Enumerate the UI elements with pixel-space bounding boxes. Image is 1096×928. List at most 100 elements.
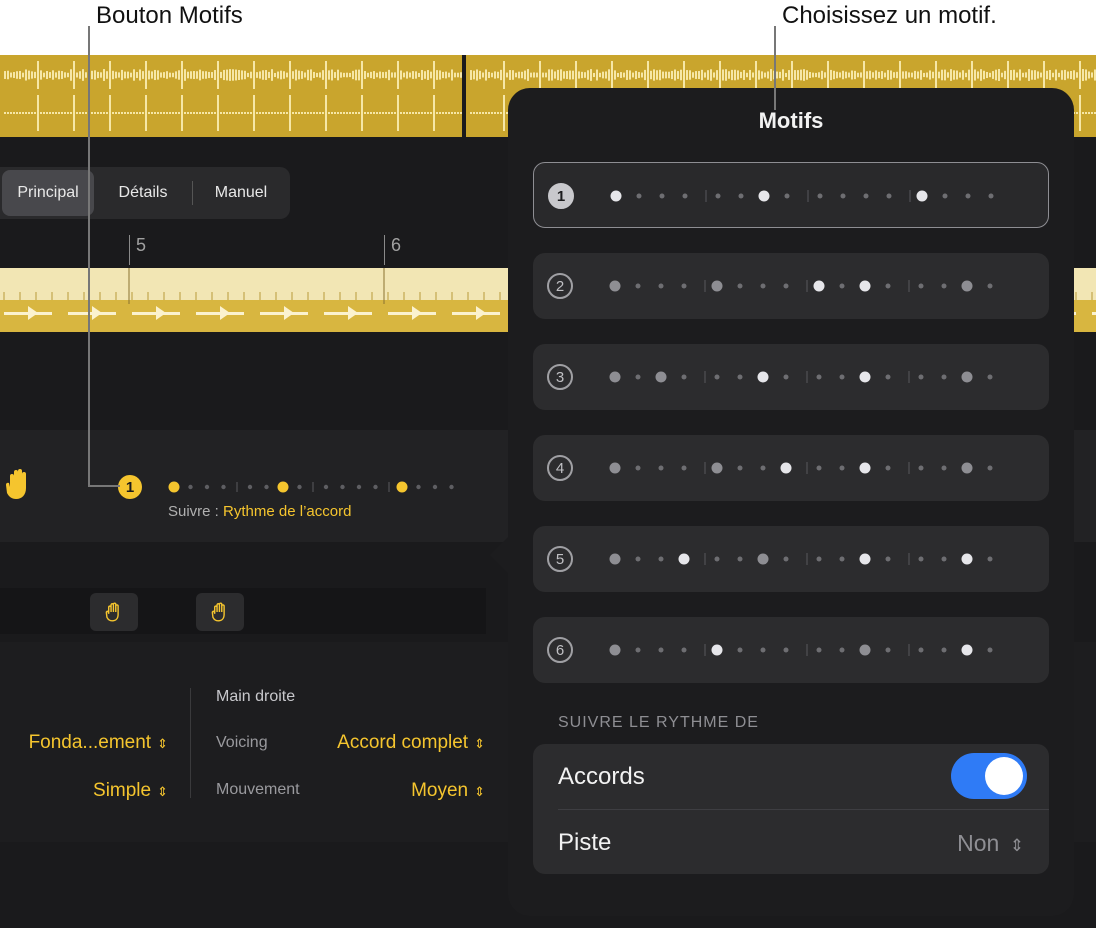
step-dot xyxy=(658,283,664,289)
waveform-bar xyxy=(806,70,808,80)
hand-button-2[interactable] xyxy=(196,593,244,631)
region-note xyxy=(92,306,102,320)
waveform-bar xyxy=(403,112,405,114)
waveform-bar xyxy=(593,72,595,78)
waveform-bar xyxy=(1085,69,1087,81)
waveform-bar xyxy=(193,71,195,79)
chords-toggle[interactable] xyxy=(951,753,1027,799)
step-dot xyxy=(204,484,210,490)
waveform-bar xyxy=(785,72,787,78)
waveform-bar xyxy=(46,71,48,79)
motif-option-6[interactable]: 6 xyxy=(533,617,1049,683)
waveform-bar xyxy=(977,71,979,79)
motif-option-4[interactable]: 4 xyxy=(533,435,1049,501)
waveform-bar xyxy=(719,61,721,89)
waveform-bar xyxy=(376,112,378,114)
waveform-bar xyxy=(566,70,568,80)
waveform-bar xyxy=(932,71,934,79)
waveform-bar xyxy=(926,72,928,78)
waveform-bar xyxy=(938,71,940,79)
motif-1-dots xyxy=(610,190,994,202)
waveform-bar xyxy=(250,112,252,114)
waveform-bar xyxy=(313,71,315,79)
hand-icon[interactable] xyxy=(4,467,34,501)
waveform-bar xyxy=(208,71,210,79)
waveform-bar xyxy=(494,71,496,79)
motif-option-5[interactable]: 5 xyxy=(533,526,1049,592)
step-dot xyxy=(714,374,720,380)
waveform-bar xyxy=(845,71,847,79)
waveform-bar xyxy=(4,71,6,79)
settings-divider xyxy=(190,688,191,798)
waveform-bar xyxy=(536,72,538,78)
step-dot xyxy=(610,190,622,202)
waveform-bar xyxy=(76,72,78,78)
voicing-select[interactable]: Accord complet ⇕ xyxy=(337,732,485,754)
waveform-bar xyxy=(70,112,72,114)
waveform-bar xyxy=(124,71,126,79)
waveform-bar xyxy=(1082,112,1084,114)
step-dot xyxy=(987,283,993,289)
waveform-bar xyxy=(791,61,793,89)
waveform-bar xyxy=(145,61,147,89)
waveform-bar xyxy=(1010,70,1012,80)
region-note xyxy=(348,306,358,320)
waveform-bar xyxy=(325,95,327,131)
waveform-bar xyxy=(247,72,249,78)
movement-select[interactable]: Moyen ⇕ xyxy=(411,780,485,802)
waveform-bar xyxy=(617,72,619,78)
waveform-bar xyxy=(941,69,943,81)
tab-principal[interactable]: Principal xyxy=(2,170,94,216)
step-dot xyxy=(987,374,993,380)
motif-option-3[interactable]: 3 xyxy=(533,344,1049,410)
waveform-bar xyxy=(971,61,973,89)
waveform-bar xyxy=(470,70,472,80)
waveform-bar xyxy=(740,71,742,79)
waveform-bar xyxy=(1040,72,1042,78)
step-dot xyxy=(609,644,621,656)
waveform-bar xyxy=(764,72,766,78)
tab-details[interactable]: Détails xyxy=(94,170,192,216)
step-dot xyxy=(681,465,687,471)
step-dot xyxy=(609,280,621,292)
waveform-bar xyxy=(809,71,811,79)
step-dot xyxy=(942,193,948,199)
follow-label: Suivre : xyxy=(168,503,224,520)
waveform-bar xyxy=(367,72,369,78)
waveform-bar xyxy=(256,112,258,114)
motif-number-badge: 5 xyxy=(547,546,573,572)
step-dot xyxy=(859,644,871,656)
step-dot xyxy=(711,280,723,292)
step-dot xyxy=(658,647,664,653)
step-dot xyxy=(941,283,947,289)
group-divider xyxy=(558,809,1049,810)
left-value-2-select[interactable]: Simple ⇕ xyxy=(93,780,168,802)
waveform-bar xyxy=(512,70,514,80)
waveform-bar xyxy=(539,61,541,89)
track-select[interactable]: Non ⇕ xyxy=(957,830,1024,857)
waveform-bar xyxy=(85,72,87,78)
waveform-bar xyxy=(331,112,333,114)
motif-option-1[interactable]: 1 xyxy=(533,162,1049,228)
waveform-bar xyxy=(430,71,432,79)
waveform-bar xyxy=(494,112,496,114)
waveform-bar xyxy=(424,112,426,114)
waveform-bar xyxy=(476,69,478,81)
waveform-bar xyxy=(166,71,168,79)
audio-region-1[interactable] xyxy=(0,55,462,137)
waveform-bar xyxy=(803,69,805,81)
hand-button-1[interactable] xyxy=(90,593,138,631)
patterns-button[interactable]: 1 xyxy=(118,475,142,499)
waveform-bar xyxy=(1022,72,1024,78)
waveform-bar xyxy=(7,70,9,80)
waveform-bar xyxy=(268,71,270,79)
left-value-1-select[interactable]: Fonda...ement ⇕ xyxy=(29,732,168,754)
waveform-bar xyxy=(349,112,351,114)
motif-option-2[interactable]: 2 xyxy=(533,253,1049,319)
tab-manuel[interactable]: Manuel xyxy=(193,170,289,216)
waveform-bar xyxy=(671,70,673,80)
waveform-bar xyxy=(950,69,952,81)
waveform-bar xyxy=(91,70,93,80)
waveform-bar xyxy=(187,112,189,114)
waveform-bar xyxy=(476,112,478,114)
